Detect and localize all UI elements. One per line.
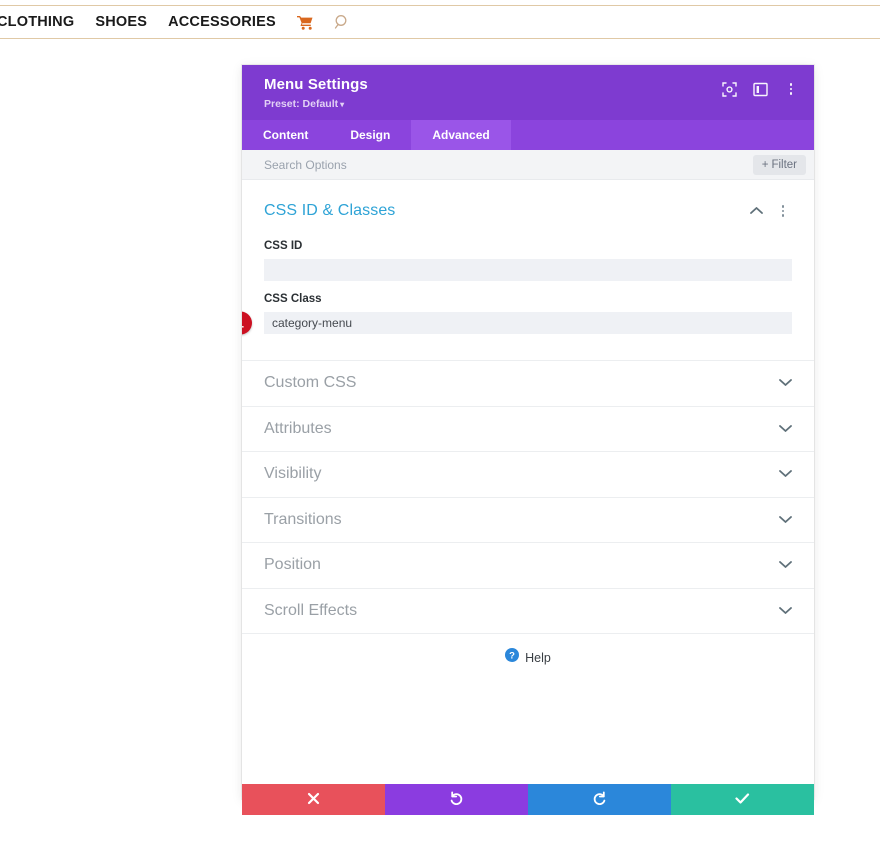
- section-css-id-classes-header[interactable]: CSS ID & Classes: [264, 180, 792, 228]
- chevron-down-icon[interactable]: [779, 465, 792, 483]
- preset-label: Preset: Default: [264, 98, 339, 110]
- undo-arrow-icon: [449, 791, 464, 809]
- section-row-custom-css[interactable]: Custom CSS: [242, 360, 814, 406]
- section-row-label: Transitions: [264, 510, 342, 528]
- css-class-input[interactable]: [264, 312, 792, 334]
- save-button[interactable]: [671, 784, 814, 815]
- section-row-position[interactable]: Position: [242, 542, 814, 588]
- layout-panel-icon[interactable]: [751, 80, 769, 98]
- section-css-id-classes: CSS ID & Classes CSS ID CSS Class catego…: [242, 180, 814, 360]
- modal-header-actions: [720, 80, 800, 98]
- modal-footer: [242, 784, 814, 815]
- filter-button-label: Filter: [771, 158, 797, 171]
- css-class-field-wrap: 1: [242, 311, 792, 335]
- plus-icon: +: [761, 158, 769, 171]
- preset-selector[interactable]: Preset: Default ▾: [264, 97, 796, 112]
- chevron-down-icon[interactable]: [779, 602, 792, 620]
- section-row-label: Custom CSS: [264, 374, 357, 392]
- redo-arrow-icon: [592, 791, 607, 809]
- search-icon[interactable]: [334, 14, 350, 30]
- modal-title: Menu Settings: [264, 76, 368, 93]
- section-row-label: Visibility: [264, 465, 322, 483]
- section-title: CSS ID & Classes: [264, 202, 396, 219]
- nav-link-accessories[interactable]: ACCESSORIES: [168, 14, 276, 30]
- css-class-label: CSS Class: [264, 293, 322, 305]
- css-id-field-wrap: [264, 259, 792, 281]
- help-label: Help: [525, 650, 551, 665]
- section-tools: [750, 202, 792, 220]
- checkmark-icon: [735, 792, 750, 808]
- tab-design[interactable]: Design: [329, 120, 411, 150]
- chevron-down-icon[interactable]: [779, 511, 792, 529]
- filter-button[interactable]: + Filter: [752, 154, 806, 175]
- help-circle-icon: ?: [505, 648, 520, 667]
- chevron-up-icon[interactable]: [750, 202, 763, 220]
- chevron-down-icon[interactable]: [779, 556, 792, 574]
- more-vertical-icon[interactable]: [782, 80, 800, 98]
- tab-advanced[interactable]: Advanced: [411, 120, 511, 150]
- cancel-button[interactable]: [242, 784, 385, 815]
- modal-header: Menu Settings Preset: Default ▾: [242, 65, 814, 120]
- search-input[interactable]: [264, 150, 753, 179]
- help-link[interactable]: ? Help: [242, 633, 814, 681]
- section-row-scroll-effects[interactable]: Scroll Effects: [242, 587, 814, 634]
- close-x-icon: [307, 792, 320, 808]
- shopping-cart-icon[interactable]: [296, 15, 314, 30]
- nav-link-shoes[interactable]: SHOES: [95, 14, 147, 30]
- undo-button[interactable]: [385, 784, 528, 815]
- section-bottom-spacer: [264, 334, 792, 360]
- preset-caret-icon: ▾: [340, 100, 345, 109]
- section-row-label: Position: [264, 556, 321, 574]
- css-id-input[interactable]: [264, 259, 792, 281]
- chevron-down-icon[interactable]: [779, 420, 792, 438]
- site-top-navigation: CLOTHING SHOES ACCESSORIES: [0, 5, 880, 39]
- more-vertical-icon[interactable]: [774, 202, 792, 220]
- tab-content[interactable]: Content: [242, 120, 329, 150]
- css-id-label: CSS ID: [264, 240, 303, 252]
- nav-link-clothing[interactable]: CLOTHING: [0, 14, 74, 30]
- search-options-bar: +Filter: [242, 150, 814, 180]
- section-row-visibility[interactable]: Visibility: [242, 451, 814, 497]
- focus-target-icon[interactable]: [720, 80, 738, 98]
- redo-button[interactable]: [528, 784, 671, 815]
- modal-tab-bar: Content Design Advanced: [242, 120, 814, 150]
- chevron-down-icon[interactable]: [779, 374, 792, 392]
- svg-text:?: ?: [509, 650, 515, 661]
- section-row-attributes[interactable]: Attributes: [242, 405, 814, 452]
- section-row-label: Scroll Effects: [264, 601, 358, 619]
- modal-body: CSS ID & Classes CSS ID CSS Class catego…: [242, 180, 814, 784]
- section-row-transitions[interactable]: Transitions: [242, 496, 814, 543]
- step-badge-1: 1: [242, 311, 252, 335]
- section-row-label: Attributes: [264, 419, 332, 437]
- menu-settings-modal: Menu Settings Preset: Default ▾ Content …: [242, 65, 814, 815]
